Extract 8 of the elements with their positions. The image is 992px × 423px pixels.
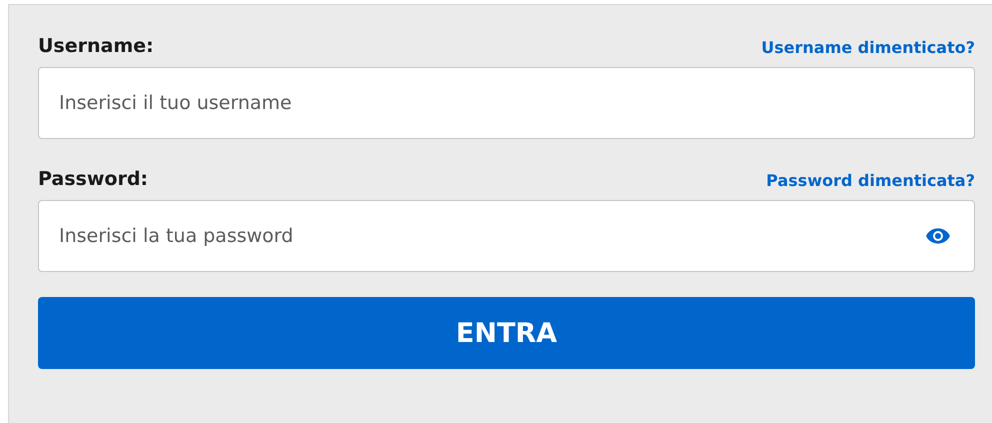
field-label: Username:: [38, 35, 154, 57]
login-button[interactable]: ENTRA: [38, 297, 975, 369]
forgot-link[interactable]: Password dimenticata?: [766, 171, 975, 190]
username-field[interactable]: Inserisci il tuo username: [38, 67, 975, 139]
field-label: Password:: [38, 168, 148, 190]
forgot-link[interactable]: Username dimenticato?: [761, 38, 975, 57]
password-field[interactable]: Inserisci la tua password: [38, 200, 975, 272]
eye-icon[interactable]: [925, 227, 951, 245]
